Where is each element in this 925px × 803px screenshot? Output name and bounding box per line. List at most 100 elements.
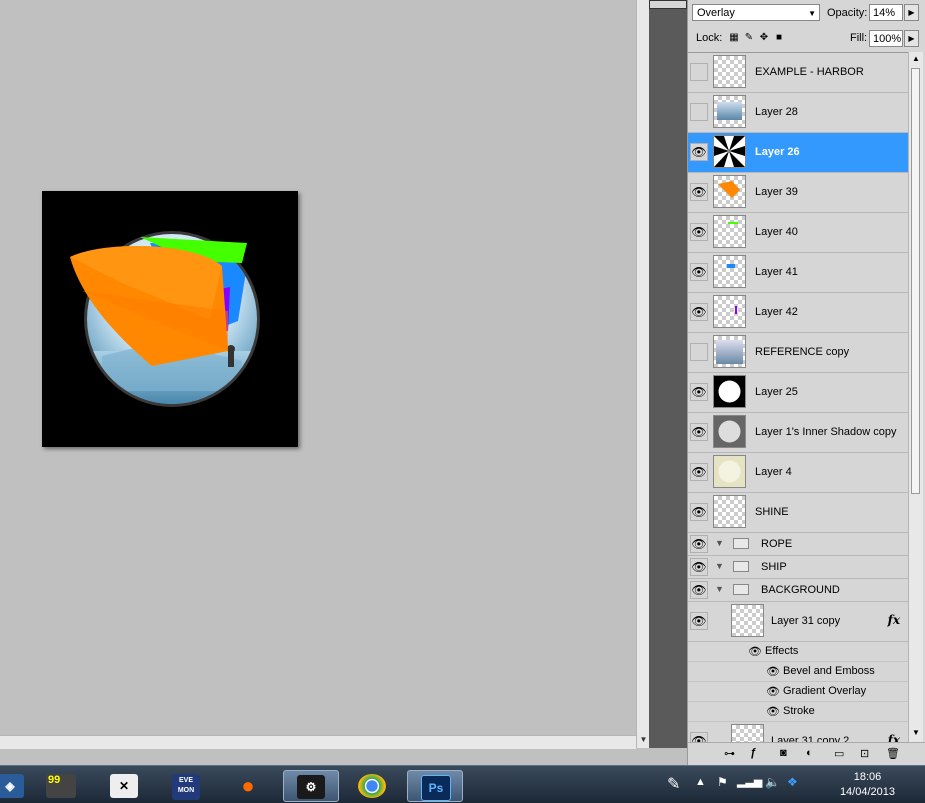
effect-row[interactable]: 👁 Bevel and Emboss xyxy=(688,662,908,682)
lock-transparency-icon[interactable]: ▦ xyxy=(728,32,740,44)
effects-row[interactable]: 👁 Effects xyxy=(688,642,908,662)
layer-row-selected[interactable]: 👁 Layer 26 xyxy=(688,133,908,173)
layer-thumbnail xyxy=(713,415,746,448)
taskbar-app-chrome[interactable] xyxy=(345,770,401,802)
layer-row[interactable]: 👁 Layer 39 xyxy=(688,173,908,213)
canvas-workspace[interactable] xyxy=(0,0,636,749)
eye-icon[interactable]: 👁 xyxy=(690,503,708,521)
scroll-up-arrow-icon[interactable]: ▲ xyxy=(909,54,923,63)
document-artboard[interactable] xyxy=(42,191,298,447)
layer-row[interactable]: 👁 Layer 31 copy fx xyxy=(688,602,908,642)
fx-icon[interactable]: fx xyxy=(888,613,900,627)
blend-mode-select[interactable]: Overlay ▼ xyxy=(692,4,820,21)
effect-name: Bevel and Emboss xyxy=(783,665,875,677)
new-group-icon[interactable]: ▭ xyxy=(834,747,844,760)
lock-pixels-icon[interactable]: ✎ xyxy=(743,32,755,44)
add-style-icon[interactable]: ƒ xyxy=(750,747,756,759)
eye-icon[interactable]: 👁 xyxy=(766,665,780,678)
layer-row[interactable]: 👁 Layer 25 xyxy=(688,373,908,413)
group-row[interactable]: 👁 ▼ ROPE xyxy=(688,533,908,556)
eye-icon[interactable]: 👁 xyxy=(690,183,708,201)
layer-row[interactable]: 👁 Layer 4 xyxy=(688,453,908,493)
note-icon[interactable]: ✎ xyxy=(667,774,680,794)
taskbar-app-steam[interactable]: ⚙ xyxy=(283,770,339,802)
canvas-vertical-scrollbar[interactable]: ▼ xyxy=(636,0,650,748)
layer-row[interactable]: Layer 28 xyxy=(688,93,908,133)
layer-row[interactable]: 👁 Layer 1's Inner Shadow copy xyxy=(688,413,908,453)
layer-name: Layer 41 xyxy=(755,266,798,278)
network-icon[interactable]: ▂▃▅ xyxy=(737,775,762,788)
taskbar-app-evemon[interactable]: EVE MON xyxy=(159,770,215,802)
eye-icon[interactable]: 👁 xyxy=(690,612,708,630)
eye-icon[interactable]: 👁 xyxy=(690,535,708,553)
eye-icon[interactable]: 👁 xyxy=(690,383,708,401)
flag-icon[interactable]: ⚑ xyxy=(717,775,728,789)
add-mask-icon[interactable]: ◙ xyxy=(780,747,787,759)
opacity-field[interactable]: 14% xyxy=(869,4,903,21)
group-row[interactable]: 👁 ▼ SHIP xyxy=(688,556,908,579)
eye-icon[interactable]: 👁 xyxy=(766,685,780,698)
layer-row[interactable]: 👁 Layer 40 xyxy=(688,213,908,253)
layer-thumbnail xyxy=(713,55,746,88)
collapsed-panel-button[interactable] xyxy=(649,0,687,9)
layer-name: EXAMPLE - HARBOR xyxy=(755,66,864,78)
expand-triangle-icon[interactable]: ▼ xyxy=(715,538,724,548)
scroll-down-arrow-icon[interactable]: ▼ xyxy=(909,728,923,737)
volume-icon[interactable]: 🔈 xyxy=(765,775,780,789)
fill-field[interactable]: 100% xyxy=(869,30,903,47)
eye-icon[interactable]: 👁 xyxy=(690,143,708,161)
layer-row[interactable]: 👁 Layer 41 xyxy=(688,253,908,293)
taskbar-app-1[interactable]: 99 xyxy=(33,770,89,802)
layer-row[interactable]: EXAMPLE - HARBOR xyxy=(688,53,908,93)
taskbar-app-start[interactable]: ◈ xyxy=(0,770,24,802)
eye-icon[interactable]: 👁 xyxy=(748,645,762,658)
layer-name: Layer 25 xyxy=(755,386,798,398)
layer-row[interactable]: REFERENCE copy xyxy=(688,333,908,373)
eye-icon[interactable]: 👁 xyxy=(690,423,708,441)
lock-all-icon[interactable]: ■ xyxy=(773,32,785,44)
layer-row[interactable]: 👁 Layer 42 xyxy=(688,293,908,333)
evemon-icon: EVE MON xyxy=(172,774,200,800)
effect-row[interactable]: 👁 Stroke xyxy=(688,702,908,722)
taskbar-app-2[interactable]: ✕ xyxy=(97,770,153,802)
eye-icon[interactable]: 👁 xyxy=(690,463,708,481)
visibility-toggle-off[interactable] xyxy=(690,103,708,121)
visibility-toggle-off[interactable] xyxy=(690,343,708,361)
eye-icon[interactable]: 👁 xyxy=(690,223,708,241)
lock-position-icon[interactable]: ✥ xyxy=(758,32,770,44)
steam-icon: ⚙ xyxy=(297,775,325,799)
canvas-horizontal-scrollbar[interactable] xyxy=(0,735,636,749)
clock[interactable]: 18:06 14/04/2013 xyxy=(840,770,895,800)
layer-row[interactable]: 👁 SHINE xyxy=(688,493,908,533)
layers-scrollbar[interactable]: ▲ ▼ xyxy=(908,52,923,742)
eye-icon[interactable]: 👁 xyxy=(690,263,708,281)
dropbox-icon[interactable]: ❖ xyxy=(787,775,798,789)
lock-label: Lock: xyxy=(696,32,723,44)
taskbar-app-photoshop[interactable]: Ps xyxy=(407,770,463,802)
eye-icon[interactable]: 👁 xyxy=(766,705,780,718)
visibility-toggle-off[interactable] xyxy=(690,63,708,81)
show-hidden-icons-icon[interactable]: ▲ xyxy=(695,776,706,788)
trash-icon[interactable]: 🗑 xyxy=(886,747,900,760)
layer-name: Layer 28 xyxy=(755,106,798,118)
eye-icon[interactable]: 👁 xyxy=(690,558,708,576)
effect-row[interactable]: 👁 Gradient Overlay xyxy=(688,682,908,702)
layer-thumbnail xyxy=(713,495,746,528)
adjustment-layer-icon[interactable]: ◐ xyxy=(806,747,813,759)
fill-slider-arrow-icon[interactable]: ▶ xyxy=(904,30,919,47)
link-layers-icon[interactable]: ⊶ xyxy=(724,747,735,760)
eye-icon[interactable]: 👁 xyxy=(690,581,708,599)
new-layer-icon[interactable]: ⊡ xyxy=(860,747,869,760)
group-row[interactable]: 👁 ▼ BACKGROUND xyxy=(688,579,908,602)
scrollbar-thumb[interactable] xyxy=(911,68,920,494)
layer-thumbnail xyxy=(713,375,746,408)
layer-row[interactable]: 👁 Layer 31 copy 2 fx xyxy=(688,722,908,743)
chevron-down-icon: ▼ xyxy=(808,9,816,18)
expand-triangle-icon[interactable]: ▼ xyxy=(715,561,724,571)
eye-icon[interactable]: 👁 xyxy=(690,303,708,321)
layer-name: Layer 40 xyxy=(755,226,798,238)
layer-name: Layer 1's Inner Shadow copy xyxy=(755,426,897,438)
taskbar-app-origin[interactable]: ● xyxy=(221,770,277,802)
expand-triangle-icon[interactable]: ▼ xyxy=(715,584,724,594)
opacity-slider-arrow-icon[interactable]: ▶ xyxy=(904,4,919,21)
